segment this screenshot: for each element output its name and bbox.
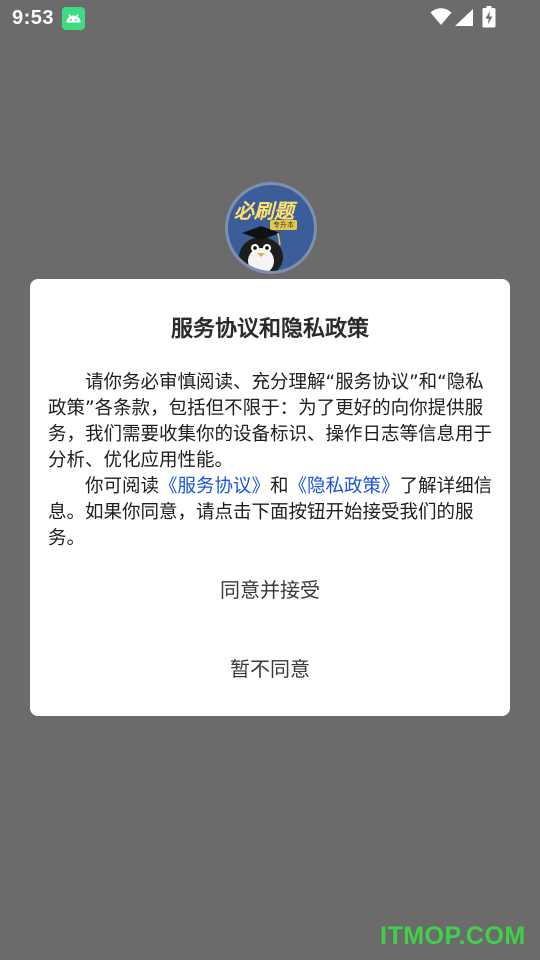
decline-button[interactable]: 暂不同意 — [30, 653, 510, 682]
dialog-title: 服务协议和隐私政策 — [170, 317, 369, 342]
logo-subtext: 专升本 — [270, 220, 297, 230]
android-notification-icon — [62, 7, 85, 30]
wifi-icon — [430, 8, 452, 25]
status-time: 9:53 — [12, 7, 55, 29]
dialog-paragraph-1: 请你务必审慎阅读、充分理解“服务协议”和“隐私政策”各条款，包括但不限于：为了更… — [48, 370, 494, 474]
signal-icon — [455, 9, 473, 26]
status-bar: 9:53 — [0, 0, 540, 38]
paragraph-2-prefix: 你可阅读 — [85, 476, 160, 497]
battery-charging-icon — [482, 6, 496, 28]
dialog-body: 请你务必审慎阅读、充分理解“服务协议”和“隐私政策”各条款，包括但不限于：为了更… — [48, 370, 494, 552]
accept-button[interactable]: 同意并接受 — [30, 574, 510, 603]
watermark-text: ITMOP.COM — [380, 922, 526, 950]
service-agreement-link[interactable]: 《服务协议》 — [159, 476, 270, 497]
dialog-paragraph-2: 你可阅读《服务协议》和《隐私政策》了解详细信息。如果你同意，请点击下面按钮开始接… — [48, 474, 494, 552]
dialog-paragraph-1-text: 请你务必审慎阅读、充分理解“服务协议”和“隐私政策”各条款，包括但不限于：为了更… — [48, 372, 493, 471]
privacy-policy-link[interactable]: 《隐私政策》 — [289, 476, 400, 497]
conjunction-text: 和 — [270, 476, 289, 497]
app-logo: 必刷题 专升本 — [225, 182, 317, 274]
